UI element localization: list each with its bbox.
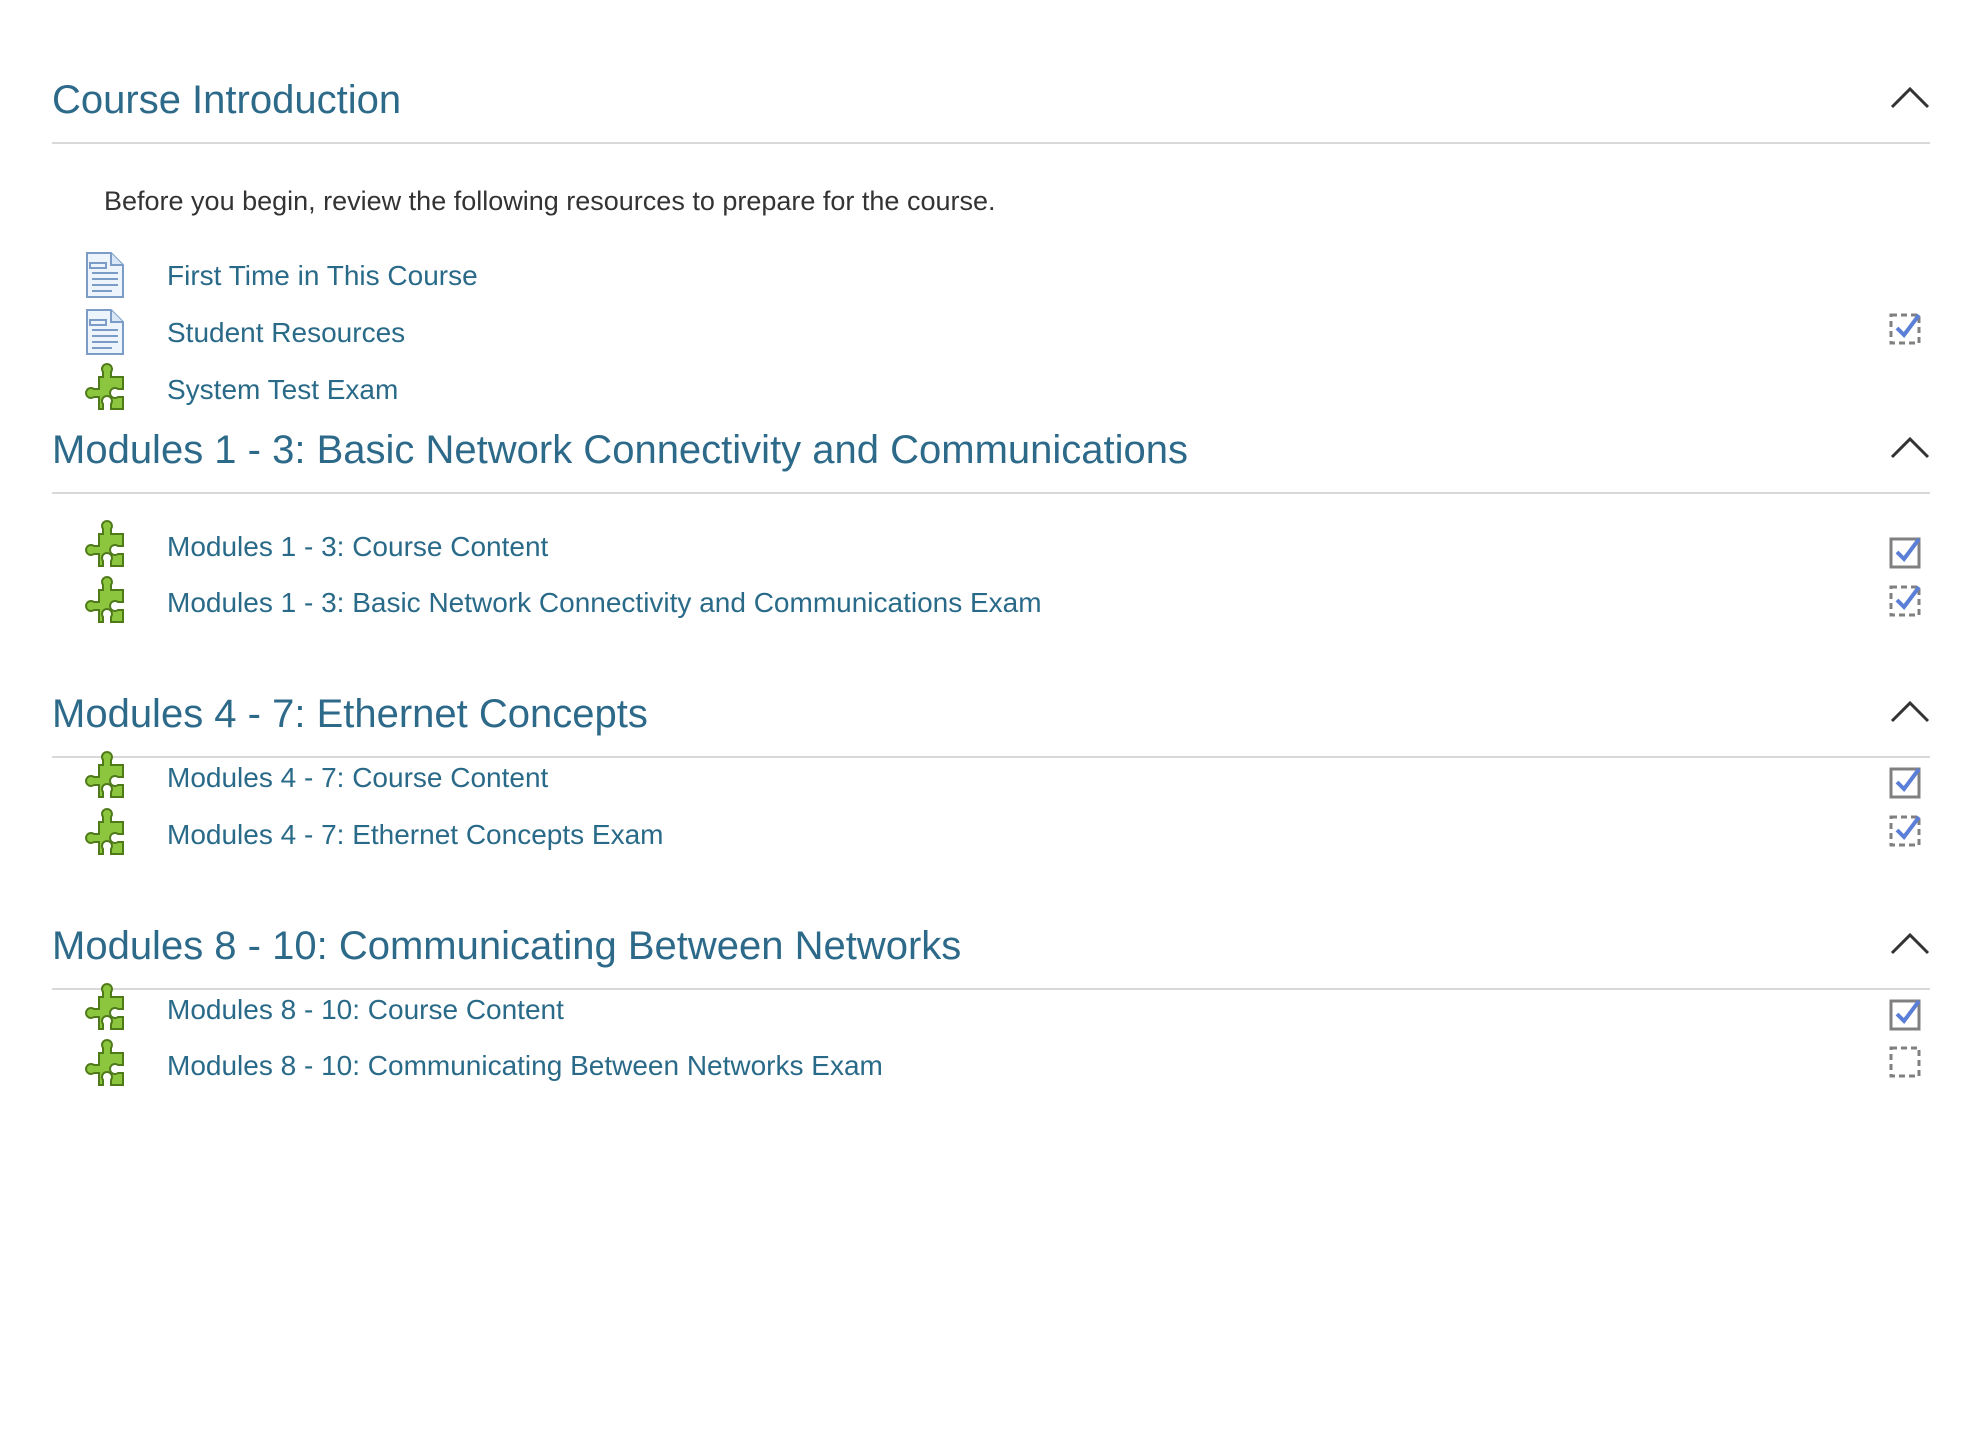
section-modules-8-10: Modules 8 - 10: Communicating Between Ne… (52, 900, 1930, 1086)
chevron-up-icon[interactable] (1890, 84, 1930, 110)
completion-manual-complete-icon[interactable] (1888, 996, 1924, 1032)
section-title[interactable]: Course Introduction (52, 78, 401, 123)
activity-student-resources: Student Resources (79, 304, 1930, 360)
scorm-puzzle-icon (85, 983, 124, 1030)
activity-link[interactable]: Student Resources (167, 317, 405, 349)
scorm-puzzle-icon (85, 576, 124, 623)
completion-auto-incomplete-icon[interactable] (1888, 1043, 1924, 1079)
activity-link[interactable]: Modules 1 - 3: Basic Network Connectivit… (167, 587, 1042, 619)
section-header[interactable]: Modules 1 - 3: Basic Network Connectivit… (52, 404, 1930, 494)
section-header[interactable]: Course Introduction (52, 54, 1930, 144)
scorm-puzzle-icon (85, 520, 124, 567)
activity-link[interactable]: Modules 1 - 3: Course Content (167, 531, 548, 563)
activity-modules-8-10-content: Modules 8 - 10: Course Content (79, 981, 1930, 1037)
page-document-icon (86, 252, 124, 298)
activity-link[interactable]: Modules 4 - 7: Course Content (167, 762, 548, 794)
activity-modules-8-10-exam: Modules 8 - 10: Communicating Between Ne… (79, 1037, 1930, 1093)
activity-link[interactable]: Modules 8 - 10: Course Content (167, 994, 564, 1026)
page-document-icon (86, 309, 124, 355)
section-header[interactable]: Modules 8 - 10: Communicating Between Ne… (52, 900, 1930, 990)
activity-link[interactable]: Modules 4 - 7: Ethernet Concepts Exam (167, 819, 663, 851)
chevron-up-icon[interactable] (1890, 434, 1930, 460)
completion-auto-complete-icon[interactable] (1888, 582, 1924, 618)
activity-modules-1-3-exam: Modules 1 - 3: Basic Network Connectivit… (79, 574, 1930, 630)
activity-link[interactable]: Modules 8 - 10: Communicating Between Ne… (167, 1050, 883, 1082)
activity-link[interactable]: First Time in This Course (167, 260, 478, 292)
section-modules-4-7: Modules 4 - 7: Ethernet Concepts Modules… (52, 668, 1930, 855)
chevron-up-icon[interactable] (1890, 930, 1930, 956)
scorm-puzzle-icon (85, 751, 124, 798)
section-summary: Before you begin, review the following r… (104, 186, 996, 216)
completion-auto-complete-icon[interactable] (1888, 812, 1924, 848)
scorm-puzzle-icon (85, 1039, 124, 1086)
completion-auto-complete-icon[interactable] (1888, 310, 1924, 346)
activity-modules-4-7-content: Modules 4 - 7: Course Content (79, 749, 1930, 805)
section-title[interactable]: Modules 1 - 3: Basic Network Connectivit… (52, 428, 1188, 473)
activity-modules-4-7-exam: Modules 4 - 7: Ethernet Concepts Exam (79, 806, 1930, 862)
section-title[interactable]: Modules 4 - 7: Ethernet Concepts (52, 692, 648, 737)
section-header[interactable]: Modules 4 - 7: Ethernet Concepts (52, 668, 1930, 758)
activity-modules-1-3-content: Modules 1 - 3: Course Content (79, 518, 1930, 574)
completion-manual-complete-icon[interactable] (1888, 534, 1924, 570)
section-course-introduction: Course Introduction Before you begin, re… (52, 54, 1930, 410)
scorm-puzzle-icon (85, 808, 124, 855)
activity-link[interactable]: System Test Exam (167, 374, 398, 406)
section-modules-1-3: Modules 1 - 3: Basic Network Connectivit… (52, 404, 1930, 623)
course-content: Course Introduction Before you begin, re… (0, 0, 1979, 1437)
chevron-up-icon[interactable] (1890, 698, 1930, 724)
completion-manual-complete-icon[interactable] (1888, 764, 1924, 800)
activity-first-time: First Time in This Course (79, 247, 1930, 303)
section-title[interactable]: Modules 8 - 10: Communicating Between Ne… (52, 924, 961, 969)
